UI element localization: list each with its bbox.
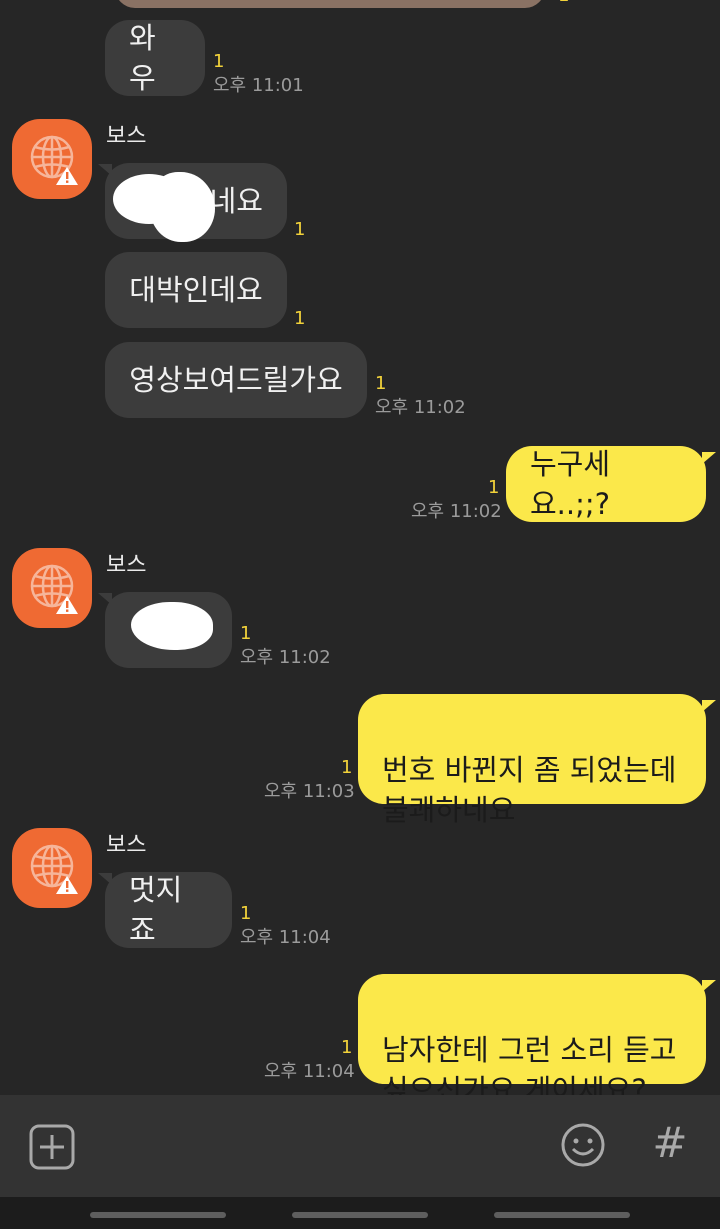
message-text: 멋지죠	[129, 873, 183, 947]
hash-button[interactable]: #	[648, 1117, 692, 1169]
bubble-tail	[702, 700, 716, 712]
sender-name: 보스	[106, 833, 147, 858]
unread-count: 1	[375, 373, 387, 394]
sender-name: 보스	[106, 553, 147, 578]
unread-count: 1	[341, 757, 353, 778]
message-bubble[interactable]: 남자한테 그런 소리 듣고 싶으신가요 게이세요?	[358, 974, 706, 1095]
nav-handle[interactable]	[90, 1212, 226, 1218]
message-time: 오후 11:03	[264, 781, 355, 802]
message-bubble[interactable]: 와우	[105, 20, 205, 96]
unread-count: 1	[240, 623, 252, 644]
message-text: 와우	[129, 21, 156, 95]
censor-blob	[131, 602, 213, 650]
message-text: 영상보여드릴가요	[129, 363, 343, 397]
globe-warning-icon	[30, 135, 78, 185]
chat-area[interactable]: 1 와우 1 오후 11:01 보스 네요 1 대박인데요 1	[0, 0, 720, 1095]
message-text: 대박인데요	[129, 273, 263, 307]
message-text: 번호 바뀐지 좀 되었는데 불쾌하네요	[382, 753, 677, 827]
message-bubble[interactable]: 누구세요..;;?	[506, 446, 706, 522]
composer-bar: #	[0, 1095, 720, 1197]
unread-count: 1	[213, 51, 225, 72]
nav-handle[interactable]	[494, 1212, 630, 1218]
message-bubble[interactable]: 멋지죠	[105, 872, 232, 948]
message-time: 오후 11:02	[375, 397, 466, 418]
message-time: 오후 11:02	[240, 647, 331, 668]
globe-warning-icon	[30, 844, 78, 894]
unread-count: 1	[294, 219, 306, 240]
media-preview[interactable]	[115, 0, 545, 8]
bubble-tail	[702, 980, 716, 992]
censor-blob	[150, 172, 215, 242]
message-time: 오후 11:01	[213, 75, 304, 96]
message-text: 누구세요..;;?	[530, 447, 611, 521]
emoji-smile-icon[interactable]	[559, 1121, 607, 1169]
unread-count: 1	[294, 308, 306, 329]
unread-count: 1	[488, 477, 500, 498]
message-time: 오후 11:04	[240, 927, 331, 948]
message-text: 네요	[209, 184, 263, 218]
unread-count: 1	[240, 903, 252, 924]
unread-count: 1	[558, 0, 569, 6]
message-bubble[interactable]: 영상보여드릴가요	[105, 342, 367, 418]
message-time: 오후 11:04	[264, 1061, 355, 1082]
message-bubble[interactable]: 번호 바뀐지 좀 되었는데 불쾌하네요	[358, 694, 706, 827]
unread-count: 1	[341, 1037, 353, 1058]
nav-handle[interactable]	[292, 1212, 428, 1218]
globe-warning-icon	[30, 564, 78, 614]
plus-square-icon[interactable]	[28, 1123, 76, 1171]
avatar[interactable]	[12, 548, 92, 628]
message-bubble[interactable]: 대박인데요	[105, 252, 287, 328]
sender-name: 보스	[106, 124, 147, 149]
message-text: 남자한테 그런 소리 듣고 싶으신가요 게이세요?	[382, 1033, 677, 1095]
bubble-tail	[702, 452, 716, 464]
avatar[interactable]	[12, 119, 92, 199]
avatar[interactable]	[12, 828, 92, 908]
message-time: 오후 11:02	[411, 501, 502, 522]
